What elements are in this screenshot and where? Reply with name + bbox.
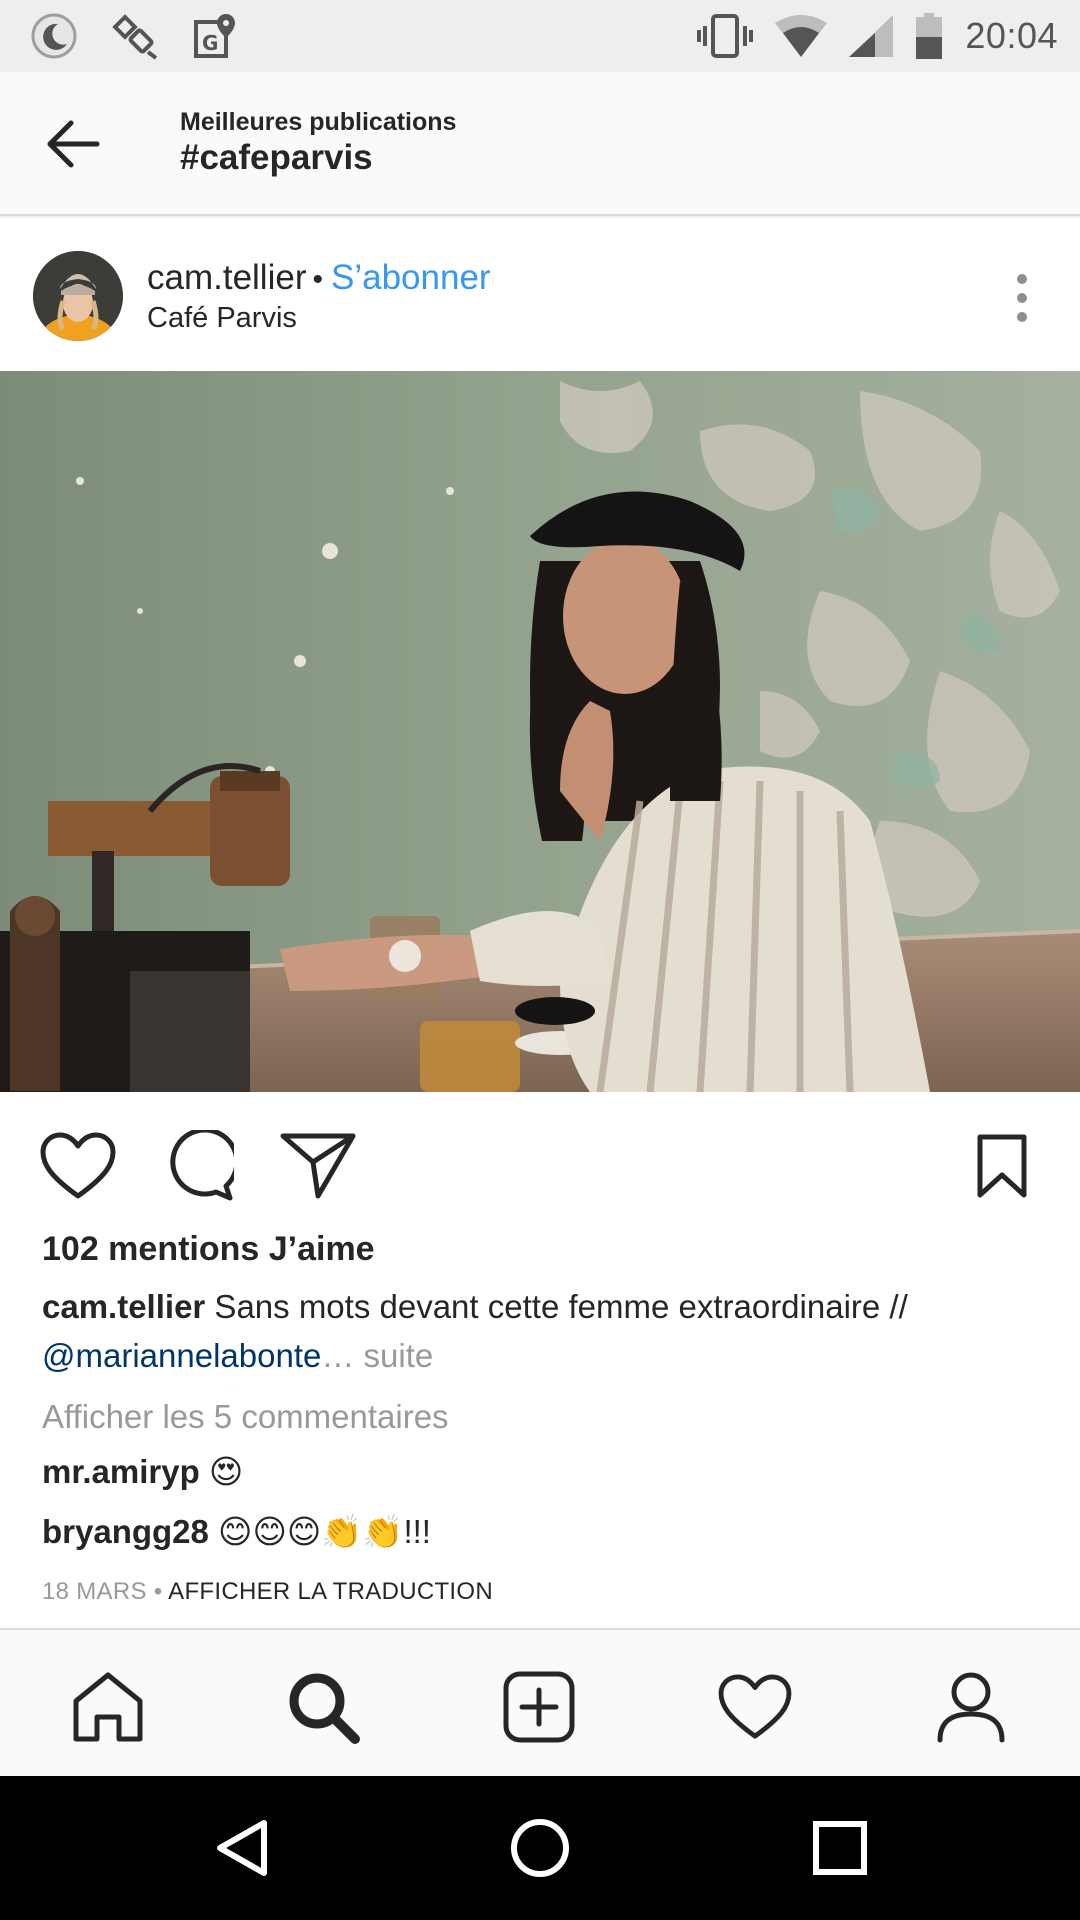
comment-text: 😍	[199, 1453, 244, 1490]
maps-icon: G	[194, 12, 238, 60]
comment-item: mr.amiryp 😍	[42, 1452, 243, 1491]
home-icon	[73, 1672, 143, 1742]
heart-icon	[40, 1132, 116, 1199]
system-nav-bar	[0, 1776, 1080, 1920]
post-header: cam.tellier • S’abonner Café Parvis	[0, 218, 1080, 371]
caption-username[interactable]: cam.tellier	[42, 1288, 205, 1325]
vibrate-icon	[697, 14, 754, 58]
bottom-nav	[0, 1628, 1080, 1776]
comment-button[interactable]	[158, 1126, 238, 1206]
add-icon	[503, 1671, 575, 1743]
share-icon	[280, 1133, 356, 1199]
clock: 20:04	[965, 15, 1058, 56]
post-photo[interactable]	[0, 371, 1080, 1092]
home-circle-icon	[511, 1819, 569, 1877]
satellite-icon	[110, 12, 162, 60]
nav-activity[interactable]	[712, 1664, 798, 1750]
save-button[interactable]	[962, 1126, 1042, 1206]
header-subtitle: Meilleures publications	[180, 108, 457, 136]
caption-mention[interactable]: @mariannelabonte	[42, 1337, 321, 1374]
more-dot-icon	[1017, 293, 1027, 303]
comment-item: bryangg28 😊😊😊👏👏!!!	[42, 1512, 431, 1552]
nav-profile[interactable]	[928, 1664, 1014, 1750]
translate-link[interactable]: AFFICHER LA TRADUCTION	[168, 1578, 493, 1605]
caption-more-link[interactable]: … suite	[321, 1337, 433, 1374]
date-separator: •	[146, 1578, 169, 1605]
system-recents-button[interactable]	[800, 1808, 880, 1888]
more-dot-icon	[1017, 274, 1027, 284]
svg-text:G: G	[202, 31, 218, 55]
username-line: cam.tellier • S’abonner	[147, 258, 491, 298]
more-dot-icon	[1017, 312, 1027, 322]
post-actions	[0, 1092, 1080, 1226]
battery-icon	[915, 13, 943, 59]
search-icon	[289, 1673, 360, 1744]
system-back-button[interactable]	[202, 1808, 282, 1888]
wifi-icon	[775, 15, 828, 57]
signal-icon	[849, 15, 894, 57]
view-comments-link[interactable]: Afficher les 5 commentaires	[42, 1398, 449, 1436]
comment-icon	[170, 1130, 234, 1201]
username[interactable]: cam.tellier	[147, 258, 306, 298]
back-triangle-icon	[217, 1820, 267, 1876]
separator-dot: •	[312, 263, 323, 296]
post-date: 18 MARS	[42, 1578, 147, 1605]
comment-text: 😊😊😊👏👏!!!	[208, 1513, 431, 1550]
bookmark-icon	[977, 1134, 1027, 1198]
system-home-button[interactable]	[500, 1808, 580, 1888]
profile-icon	[937, 1672, 1005, 1743]
nav-new-post[interactable]	[496, 1664, 582, 1750]
location-link[interactable]: Café Parvis	[147, 302, 297, 335]
caption-text: Sans mots devant cette femme extraordina…	[205, 1288, 908, 1325]
follow-button[interactable]: S’abonner	[331, 258, 491, 298]
app-header: Meilleures publications #cafeparvis	[0, 72, 1080, 216]
nav-search[interactable]	[280, 1664, 366, 1750]
likes-count[interactable]: 102 mentions J’aime	[42, 1230, 375, 1269]
recents-square-icon	[813, 1821, 867, 1875]
caption: cam.tellier Sans mots devant cette femme…	[42, 1282, 1042, 1380]
like-button[interactable]	[38, 1126, 118, 1206]
more-options-button[interactable]	[1000, 268, 1044, 328]
avatar[interactable]	[33, 251, 123, 341]
post-footer-meta: 18 MARS • AFFICHER LA TRADUCTION	[42, 1578, 493, 1606]
page-title: #cafeparvis	[180, 138, 373, 177]
moon-icon	[30, 12, 78, 60]
nav-home[interactable]	[65, 1664, 151, 1750]
status-bar: G 20:04	[0, 0, 1080, 72]
back-button[interactable]	[30, 108, 116, 180]
share-button[interactable]	[278, 1126, 358, 1206]
activity-icon	[718, 1674, 792, 1739]
comment-username[interactable]: mr.amiryp	[42, 1453, 200, 1490]
arrow-left-icon	[47, 120, 100, 168]
comment-username[interactable]: bryangg28	[42, 1513, 209, 1550]
